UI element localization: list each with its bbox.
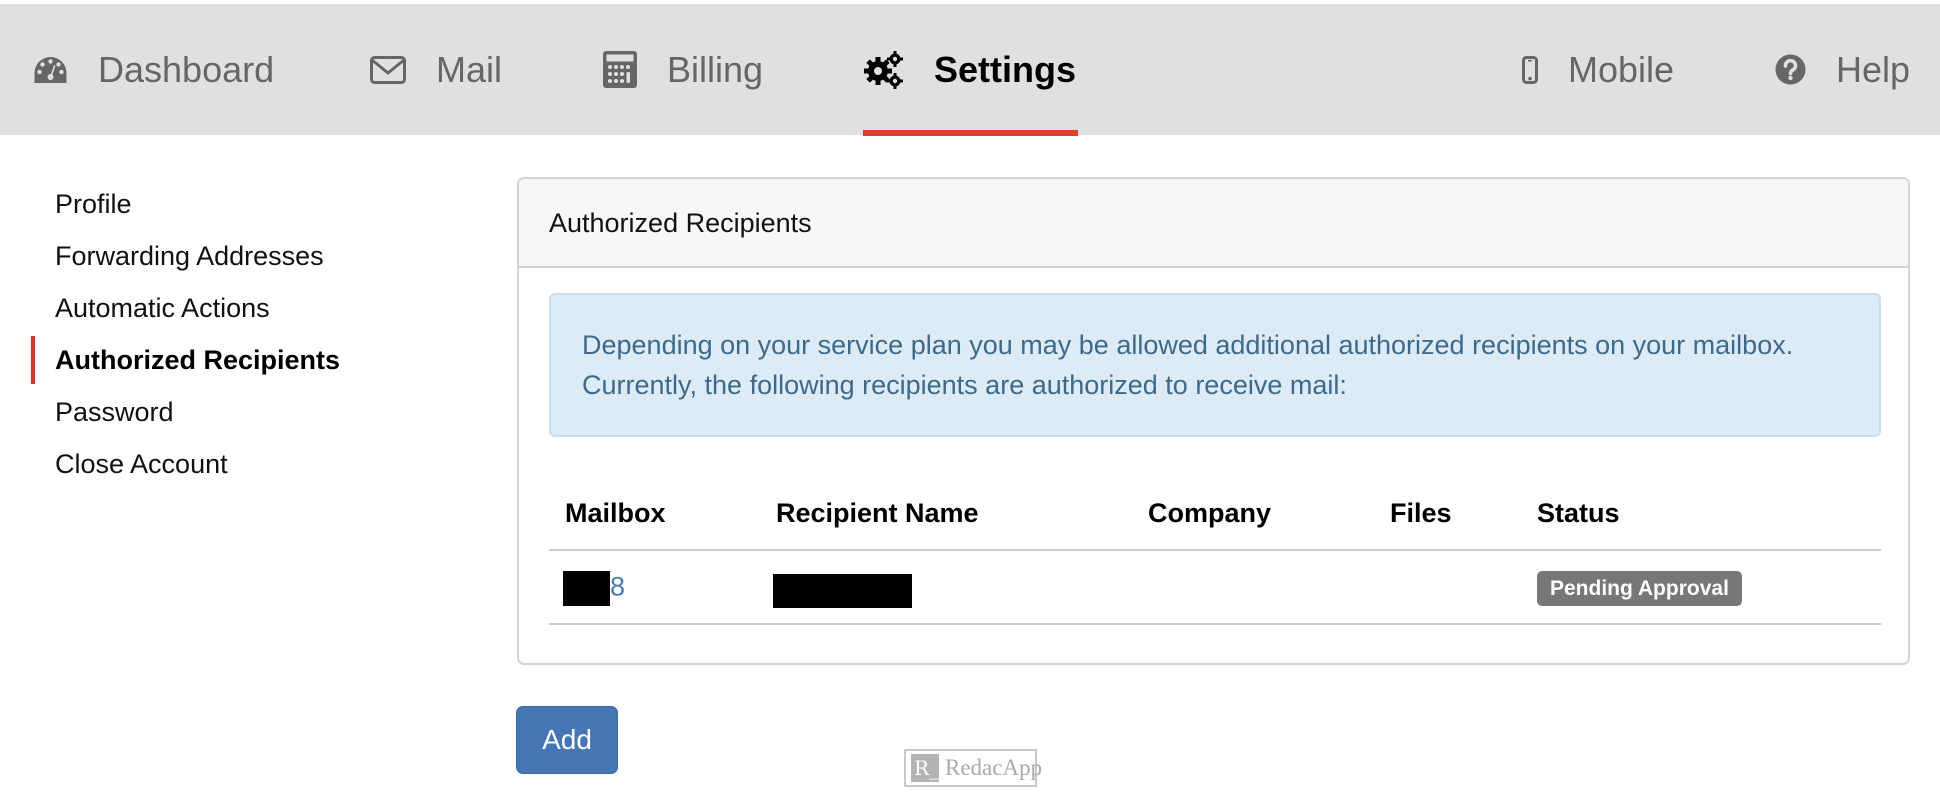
mail-icon [370,55,406,84]
nav-label: Dashboard [98,48,275,90]
redacted-block [773,574,912,608]
nav-label: Billing [667,48,764,90]
calculator-icon [603,51,637,88]
sidebar-item-close-account[interactable]: Close Account [55,444,228,484]
panel-title: Authorized Recipients [549,208,812,238]
dashboard-icon [33,55,68,85]
mobile-icon [1522,55,1538,84]
recipient-name-cell [773,551,912,625]
sidebar-item-password[interactable]: Password [55,392,174,432]
sidebar-item-forwarding-addresses[interactable]: Forwarding Addresses [55,236,324,276]
panel-header: Authorized Recipients [519,179,1908,268]
nav-label: Mobile [1568,48,1675,90]
alert-line-1: Depending on your service plan you may b… [582,330,1794,360]
status-cell: Pending Approval [1537,551,1742,625]
add-button[interactable]: Add [516,706,618,774]
column-header-recipient-name: Recipient Name [776,498,979,528]
watermark-logo-icon: R_ [911,754,939,782]
info-alert: Depending on your service plan you may b… [549,293,1881,437]
nav-billing[interactable]: Billing [603,4,763,135]
nav-help[interactable]: Help [1775,4,1910,135]
nav-mobile[interactable]: Mobile [1522,4,1674,135]
recipients-table: Mailbox Recipient Name Company Files Sta… [549,475,1881,625]
nav-dashboard[interactable]: Dashboard [33,4,274,135]
watermark: R_ RedacApp [904,749,1042,787]
authorized-recipients-panel: Authorized Recipients Depending on your … [517,177,1910,665]
sidebar-item-automatic-actions[interactable]: Automatic Actions [55,288,270,328]
mailbox-link[interactable]: 8 [563,570,626,606]
watermark-text: RedacApp [945,755,1043,780]
alert-line-2: Currently, the following recipients are … [582,370,1347,400]
nav-label: Mail [436,48,503,90]
nav-label: Settings [934,48,1077,90]
mailbox-cell: 8 [563,551,625,625]
table-header: Mailbox Recipient Name Company Files Sta… [549,475,1881,551]
sidebar-item-profile[interactable]: Profile [55,184,132,224]
sidebar-item-authorized-recipients[interactable]: Authorized Recipients [55,340,340,380]
column-header-status: Status [1537,498,1620,528]
column-header-files: Files [1390,498,1452,528]
nav-settings[interactable]: Settings [862,4,1079,136]
nav-label: Help [1836,48,1911,90]
column-header-mailbox: Mailbox [565,498,666,528]
active-indicator [31,336,35,384]
help-icon [1775,54,1806,85]
gears-icon [864,50,904,89]
top-navigation: Dashboard Mail Billing Settings Mobile H… [0,4,1940,136]
status-badge: Pending Approval [1537,570,1742,606]
column-header-company: Company [1148,498,1272,528]
mailbox-number: 8 [610,571,626,602]
redacted-block [563,570,610,606]
table-row: 8 Pending Approval [549,551,1881,625]
nav-mail[interactable]: Mail [370,4,502,135]
